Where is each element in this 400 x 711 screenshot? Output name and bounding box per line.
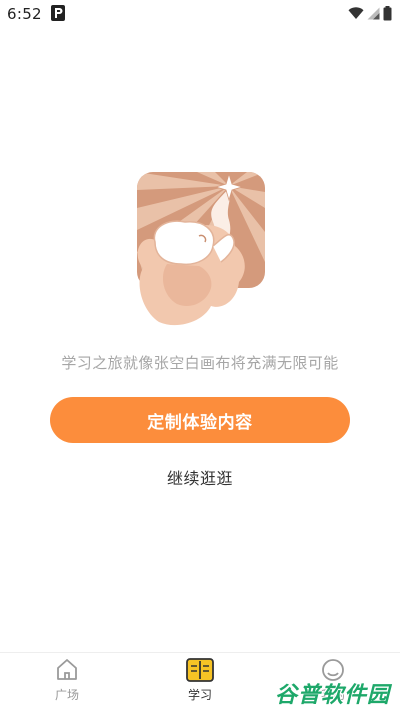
signal-icon <box>367 7 380 20</box>
p-app-icon <box>51 5 65 21</box>
tab-square[interactable]: 广场 <box>22 657 112 707</box>
empty-state-tagline: 学习之旅就像张空白画布将充满无限可能 <box>61 354 339 372</box>
tab-study[interactable]: 学习 <box>155 657 245 707</box>
customize-content-button[interactable]: 定制体验内容 <box>50 397 350 443</box>
book-icon <box>186 658 214 682</box>
status-bar: 6:52 <box>0 0 400 28</box>
tab-label-study: 学习 <box>187 688 212 702</box>
app-root: 6:52 学习之旅就像张空白画布将充满无限可能 定制体验内容 继续逛逛 广场 学… <box>0 0 400 711</box>
status-time: 6:52 <box>7 5 42 23</box>
continue-browsing-link[interactable]: 继续逛逛 <box>0 465 400 489</box>
status-icons <box>348 6 392 21</box>
watermark-text: 谷普软件园 <box>274 683 390 708</box>
battery-icon <box>383 6 392 21</box>
person-looking-at-star-illustration <box>137 172 265 326</box>
wifi-icon <box>348 7 364 19</box>
home-icon <box>57 659 77 680</box>
tab-label-square: 广场 <box>54 688 79 702</box>
